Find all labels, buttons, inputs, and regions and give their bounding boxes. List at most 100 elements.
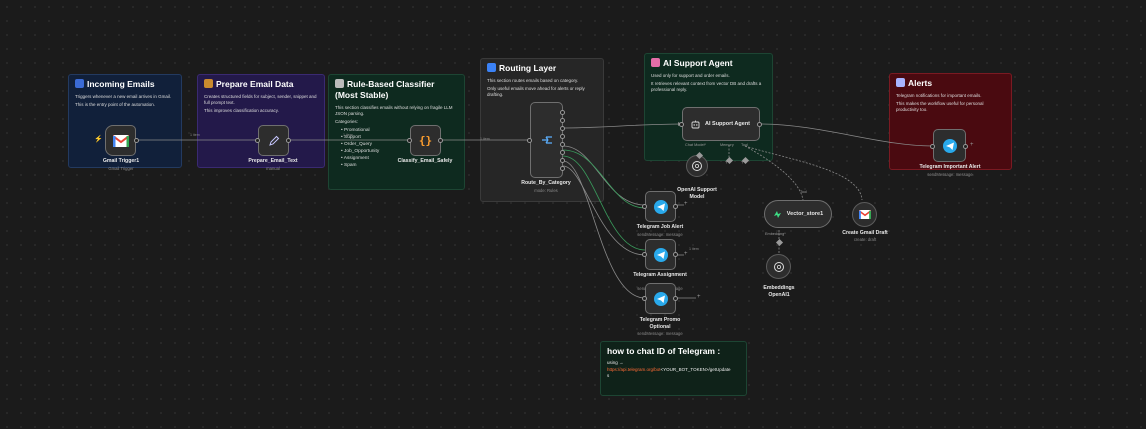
sticky-text: Creates structured fields for subject, s… [204,94,317,105]
edge-item-count: 1 item [689,247,699,251]
node-name: Telegram Important Alert [919,164,981,170]
gmail-trigger-node[interactable] [105,125,136,156]
output-port[interactable] [560,126,565,131]
add-node-icon[interactable]: + [697,294,701,300]
node-name: Telegram Assignment [633,272,687,278]
broom-icon [204,79,213,88]
route-by-category-node[interactable] [530,102,563,178]
output-port[interactable] [673,204,678,209]
output-port[interactable] [134,138,139,143]
output-port[interactable] [963,144,968,149]
node-name: Embeddings OpenAI1 [763,285,795,298]
add-node-icon[interactable]: + [741,160,745,166]
node-subtitle: sendMessage: message [637,331,683,336]
output-port[interactable] [560,134,565,139]
embeddings-openai-node[interactable] [766,254,791,279]
sticky-title: Rule-Based Classifier (Most Stable) [335,79,435,100]
tool-label: Tool [800,190,807,194]
node-subtitle: Gmail Trigger [108,166,134,171]
input-port[interactable] [642,204,647,209]
robot-icon [691,120,700,128]
input-port[interactable] [679,122,684,127]
output-port[interactable] [673,296,678,301]
input-port[interactable] [407,138,412,143]
sticky-title: how to chat ID of Telegram : [607,346,721,356]
node-name: OpenAI Support Model [677,187,717,200]
brain-icon [651,58,660,67]
code-icon: {} [418,134,433,147]
output-port[interactable] [438,138,443,143]
sticky-title: Routing Layer [499,63,557,73]
input-port[interactable] [642,296,647,301]
output-port[interactable] [560,118,565,123]
memory-port-label: Memory [720,143,734,147]
input-port[interactable] [255,138,260,143]
add-node-icon[interactable]: + [725,160,729,166]
input-port[interactable] [642,252,647,257]
sticky-text: This makes the workflow useful for perso… [896,101,984,112]
output-port[interactable] [560,110,565,115]
add-node-icon[interactable]: + [684,201,688,207]
node-name: Gmail Trigger1 [102,158,140,164]
sticky-title: Alerts [908,78,933,88]
gmail-icon [112,134,129,147]
node-name: AI Support Agent [705,121,751,127]
telegram-icon [653,291,668,306]
sticky-chat-id[interactable]: how to chat ID of Telegram : using → htt… [600,341,747,396]
inbox-icon [75,79,84,88]
node-name: Vector_store1 [786,211,824,217]
output-port[interactable] [560,158,565,163]
openai-support-model-node[interactable] [686,155,708,177]
add-node-icon[interactable]: + [970,142,974,148]
add-node-icon[interactable]: + [684,251,688,257]
chat-model-port-label: Chat Model* [685,143,706,147]
openai-icon [773,261,784,272]
output-port[interactable] [560,166,565,171]
switch-icon [541,136,552,144]
node-name: Route_By_Category [521,180,571,186]
vector-store-node[interactable]: Vector_store1 [764,200,832,228]
robot-icon [335,79,344,88]
output-port[interactable] [286,138,291,143]
sticky-text: It retrieves relevant context from vecto… [651,81,762,92]
node-name: Telegram Promo Optional [639,317,681,330]
prepare-email-text-node[interactable] [258,125,289,156]
sticky-text: Categories: [335,119,359,124]
url-tail-text: s [607,373,610,378]
workflow-canvas[interactable]: Incoming Emails Triggers whenever a new … [0,0,1146,429]
edge-item-count: 1 item [343,133,353,137]
node-subtitle: mode: Rules [534,188,558,193]
telegram-job-alert-node[interactable] [645,191,676,222]
node-subtitle: sendMessage: message [637,232,683,237]
telegram-promo-node[interactable] [645,283,676,314]
output-port[interactable] [560,150,565,155]
sticky-text: Used only for support and order emails. [651,73,730,78]
input-port[interactable] [930,144,935,149]
sticky-text: This section routes emails based on cate… [487,78,579,83]
telegram-api-link[interactable]: https://api.telegram.org/bot [607,367,661,372]
output-port[interactable] [757,122,762,127]
node-name: Telegram Job Alert [636,224,684,230]
telegram-icon [653,199,668,214]
telegram-important-alert-node[interactable] [933,129,966,162]
sticky-classifier[interactable]: Rule-Based Classifier (Most Stable) This… [328,74,465,190]
classify-email-node[interactable]: {} [410,125,441,156]
embedding-port[interactable] [775,238,784,247]
input-port[interactable] [527,138,532,143]
output-port[interactable] [673,252,678,257]
node-name: Prepare_Email_Text [248,158,298,164]
node-name: Create Gmail Draft [842,230,888,236]
ai-support-agent-node[interactable]: AI Support Agent [682,107,760,141]
node-subtitle: sendMessage: message [927,172,973,177]
create-gmail-draft-node[interactable] [852,202,877,227]
telegram-assignment-node[interactable] [645,239,676,270]
telegram-icon [942,138,957,153]
sticky-text: This is the entry point of the automatio… [75,102,156,107]
edge-item-count: 1 item [480,137,490,141]
output-port[interactable] [560,142,565,147]
node-subtitle: manual [266,166,280,171]
edge-item-count: 1 item [190,133,200,137]
sticky-title: AI Support Agent [663,58,733,68]
route-icon [487,63,496,72]
node-name: Classify_Email_Safely [397,158,453,164]
